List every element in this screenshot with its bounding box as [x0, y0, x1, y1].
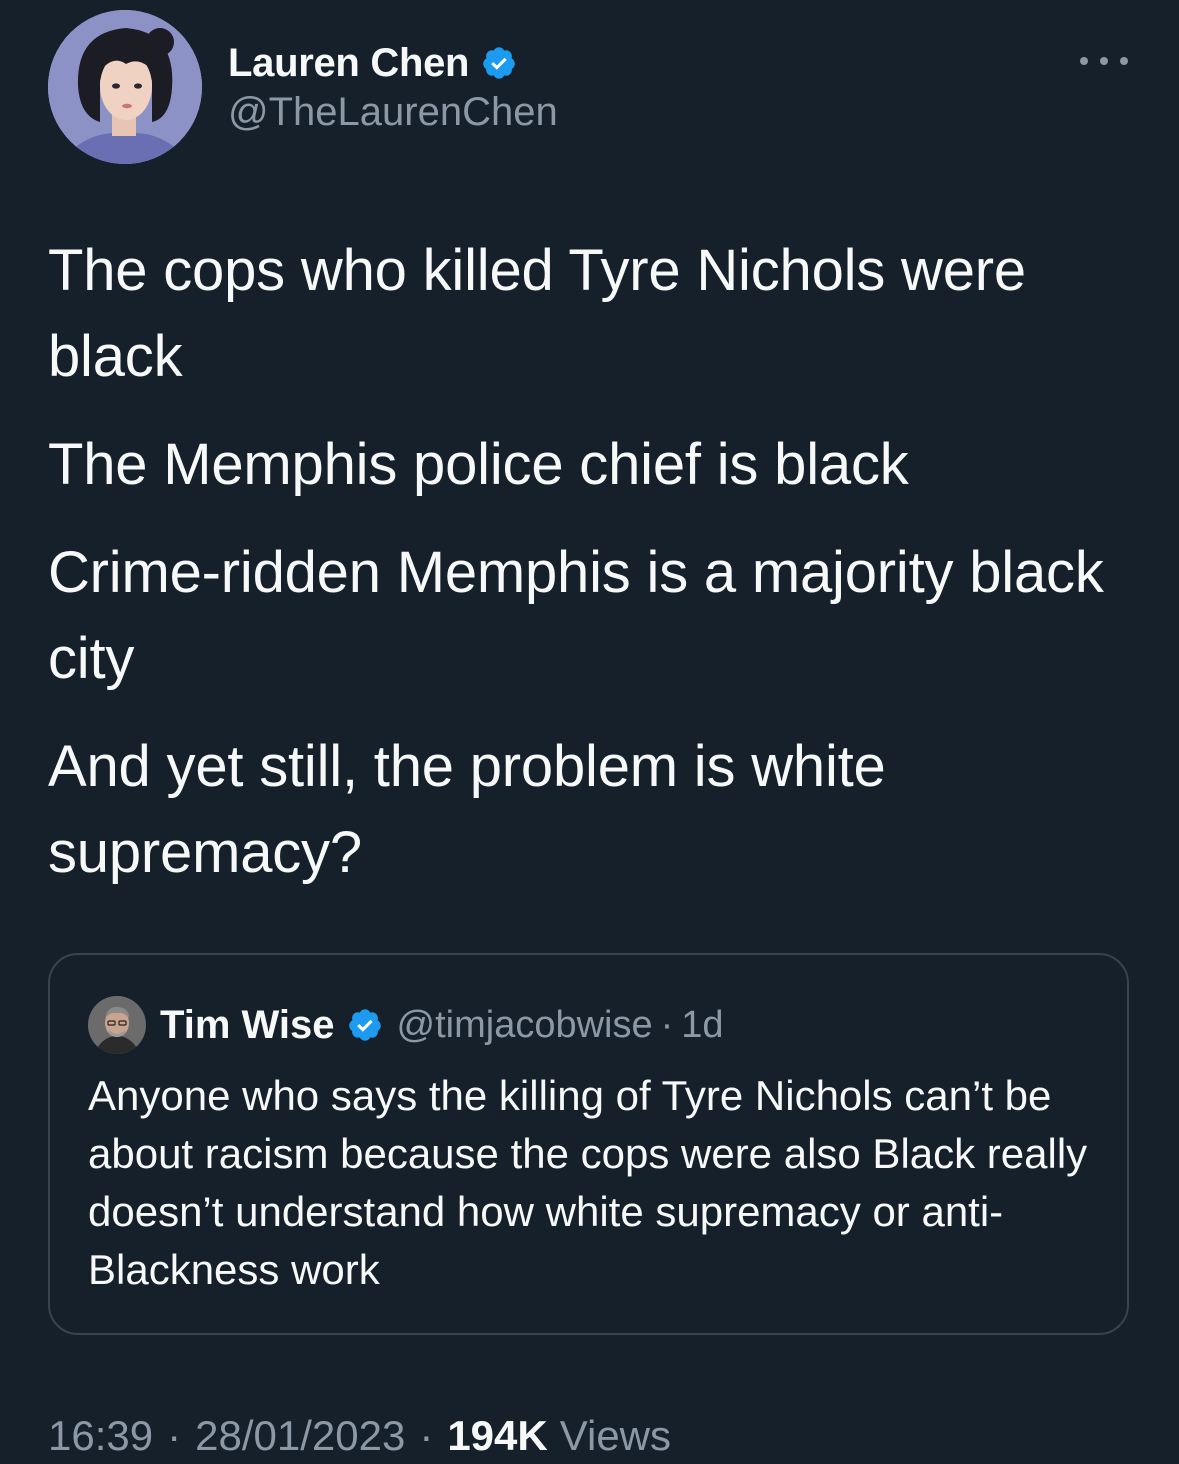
quoted-timestamp[interactable]: 1d	[681, 1004, 723, 1047]
tweet-date[interactable]: 28/01/2023	[195, 1412, 405, 1460]
quoted-author-name[interactable]: Tim Wise	[160, 1003, 335, 1048]
tweet-paragraph: The cops who killed Tyre Nichols were bl…	[48, 238, 1026, 389]
tweet-text: The cops who killed Tyre Nichols were bl…	[48, 228, 1138, 918]
quoted-author-handle[interactable]: @timjacobwise	[397, 1004, 653, 1047]
tweet-meta-row: 16:39 · 28/01/2023 · 194K Views	[48, 1408, 671, 1464]
quoted-tweet-header: Tim Wise @timjacobwise · 1d	[88, 995, 724, 1055]
author-name-row: Lauren Chen	[228, 38, 517, 88]
quoted-avatar-photo-icon	[88, 996, 146, 1054]
verified-badge-icon	[481, 45, 517, 81]
tweet-paragraph: The Memphis police chief is black	[48, 432, 909, 497]
tweet-paragraph: Crime-ridden Memphis is a majority black…	[48, 540, 1104, 691]
meta-separator: ·	[167, 1412, 182, 1459]
views-label: Views	[559, 1412, 672, 1459]
ellipsis-dot-icon	[1120, 57, 1128, 65]
quoted-tweet-card[interactable]: Tim Wise @timjacobwise · 1d Anyone who s…	[48, 953, 1129, 1335]
quoted-separator: ·	[660, 1003, 674, 1046]
views-count: 194K	[447, 1412, 548, 1459]
quoted-tweet-text: Anyone who says the killing of Tyre Nich…	[88, 1072, 1088, 1293]
tweet: Lauren Chen @TheLaurenChen The cops who …	[0, 0, 1179, 1459]
author-avatar[interactable]	[48, 10, 202, 164]
author-handle[interactable]: @TheLaurenChen	[228, 90, 558, 135]
ellipsis-dot-icon	[1100, 57, 1108, 65]
author-name[interactable]: Lauren Chen	[228, 41, 469, 86]
quoted-author-avatar[interactable]	[88, 996, 146, 1054]
more-options-button[interactable]	[1080, 46, 1128, 76]
verified-badge-icon	[347, 1007, 383, 1043]
tweet-paragraph: And yet still, the problem is white supr…	[48, 734, 886, 885]
meta-separator: ·	[419, 1412, 434, 1459]
ellipsis-dot-icon	[1080, 57, 1088, 65]
tweet-time[interactable]: 16:39	[48, 1412, 153, 1460]
avatar-illustration-icon	[48, 10, 202, 164]
